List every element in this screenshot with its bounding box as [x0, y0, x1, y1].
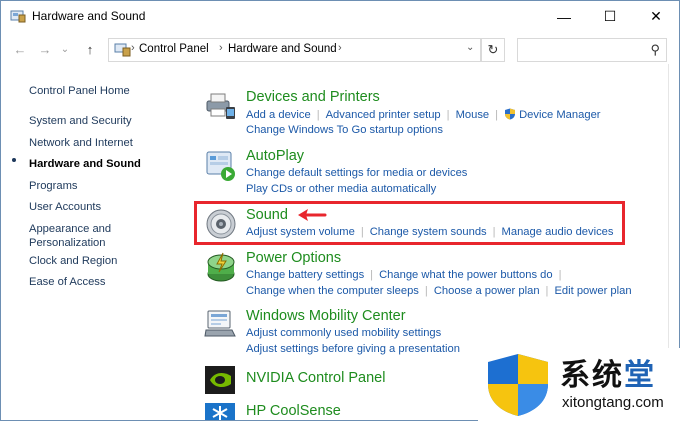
watermark-shield-logo [488, 354, 548, 416]
devices-links-row-2: Change Windows To Go startup options [246, 124, 443, 136]
watermark-chinese-text: 系统堂 [560, 358, 656, 393]
control-panel-small-icon [114, 43, 131, 57]
device-manager-link[interactable]: Device Manager [519, 109, 600, 121]
add-a-device-link[interactable]: Add a device [246, 109, 311, 121]
search-icon: ⚲ [650, 42, 660, 57]
back-button[interactable]: ← [11, 40, 29, 58]
power-options-title[interactable]: Power Options [246, 250, 341, 266]
windows-to-go-startup-link[interactable]: Change Windows To Go startup options [246, 124, 443, 136]
recent-locations-button[interactable]: ⌄ [59, 40, 71, 58]
active-item-bullet [12, 158, 16, 162]
sidebar-item-personalization[interactable]: Personalization [29, 236, 106, 250]
breadcrumb-separator-icon: › [338, 42, 342, 54]
navigation-bar: ← → ⌄ ↑ › Control Panel › Hardware and S… [1, 34, 679, 64]
watermark-url: xitongtang.com [562, 394, 664, 411]
autoplay-links-row-1: Change default settings for media or dev… [246, 167, 467, 179]
windows-mobility-center-title[interactable]: Windows Mobility Center [246, 308, 406, 324]
minimize-button[interactable]: — [541, 1, 587, 32]
breadcrumb-hardware-and-sound[interactable]: Hardware and Sound [228, 43, 337, 55]
play-cds-automatically-link[interactable]: Play CDs or other media automatically [246, 183, 436, 195]
control-panel-icon [10, 10, 26, 23]
change-battery-settings-link[interactable]: Change battery settings [246, 269, 364, 281]
window-title: Hardware and Sound [32, 9, 146, 23]
choose-power-plan-link[interactable]: Choose a power plan [434, 285, 540, 297]
chevron-down-icon: ⌄ [60, 43, 70, 55]
power-links-row-2: Change when the computer sleeps | Choose a… [246, 285, 632, 297]
presentation-settings-link[interactable]: Adjust settings before giving a presenta… [246, 343, 460, 355]
uac-shield-icon [505, 108, 516, 120]
mobility-links-row-1: Adjust commonly used mobility settings [246, 327, 441, 339]
up-arrow-icon: ↑ [86, 41, 94, 57]
autoplay-links-row-2: Play CDs or other media automatically [246, 183, 436, 195]
power-links-row-1: Change battery settings | Change what the … [246, 269, 562, 281]
sidebar-item-ease-of-access[interactable]: Ease of Access [29, 275, 106, 289]
devices-and-printers-title[interactable]: Devices and Printers [246, 89, 380, 105]
nvidia-icon [205, 366, 235, 394]
autoplay-title[interactable]: AutoPlay [246, 148, 304, 164]
hp-coolsense-title[interactable]: HP CoolSense [246, 403, 341, 419]
address-dropdown-icon[interactable]: ⌄ [466, 42, 474, 53]
sidebar-item-appearance[interactable]: Appearance and [29, 222, 111, 236]
sidebar-item-user-accounts[interactable]: User Accounts [29, 200, 101, 214]
sidebar-item-programs[interactable]: Programs [29, 179, 78, 193]
computer-sleeps-link[interactable]: Change when the computer sleeps [246, 285, 419, 297]
advanced-printer-setup-link[interactable]: Advanced printer setup [326, 109, 441, 121]
breadcrumb-separator-icon: › [131, 42, 135, 54]
sidebar-item-hardware-and-sound[interactable]: Hardware and Sound [29, 157, 141, 171]
change-default-media-settings-link[interactable]: Change default settings for media or dev… [246, 167, 467, 179]
back-arrow-icon: ← [13, 41, 27, 57]
maximize-button[interactable]: ☐ [587, 1, 633, 32]
title-bar: Hardware and Sound — ☐ ✕ [1, 1, 679, 32]
close-button[interactable]: ✕ [633, 1, 679, 32]
adjust-mobility-settings-link[interactable]: Adjust commonly used mobility settings [246, 327, 441, 339]
breadcrumb-separator-icon: › [219, 42, 223, 54]
sidebar-item-system-and-security[interactable]: System and Security [29, 114, 132, 128]
mobility-links-row-2: Adjust settings before giving a presenta… [246, 343, 460, 355]
edit-power-plan-link[interactable]: Edit power plan [554, 285, 631, 297]
sidebar-item-clock-and-region[interactable]: Clock and Region [29, 254, 117, 268]
sidebar-item-control-panel-home[interactable]: Control Panel Home [29, 84, 130, 98]
forward-arrow-icon: → [38, 41, 52, 57]
search-input[interactable]: ⚲ [517, 38, 667, 62]
autoplay-icon [206, 151, 235, 181]
forward-button[interactable]: → [36, 40, 54, 58]
site-watermark: 系统堂 xitongtang.com [478, 348, 680, 421]
address-bar[interactable]: › Control Panel › Hardware and Sound › ⌄ [108, 38, 481, 62]
printer-icon [206, 93, 235, 119]
power-options-icon [207, 252, 235, 282]
red-arrow-icon [298, 209, 327, 221]
up-button[interactable]: ↑ [81, 40, 99, 58]
mobility-center-icon [204, 310, 236, 337]
hp-coolsense-icon [205, 403, 235, 420]
refresh-icon: ↻ [487, 42, 499, 57]
breadcrumb-control-panel[interactable]: Control Panel [139, 43, 209, 55]
sidebar-item-network-and-internet[interactable]: Network and Internet [29, 136, 133, 150]
power-buttons-link[interactable]: Change what the power buttons do [379, 269, 553, 281]
nvidia-control-panel-title[interactable]: NVIDIA Control Panel [246, 370, 385, 386]
mouse-link[interactable]: Mouse [456, 109, 490, 121]
sound-highlight-box [194, 201, 625, 245]
refresh-button[interactable]: ↻ [481, 38, 505, 62]
devices-links-row-1: Add a device | Advanced printer setup | Mous… [246, 108, 601, 121]
